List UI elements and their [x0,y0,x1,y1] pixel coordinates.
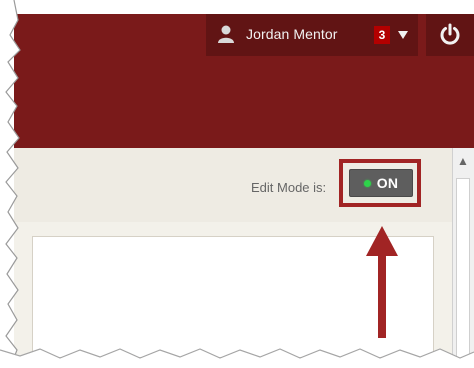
app-frame: Jordan Mentor 3 Edit Mode is: ON ▲ [0,0,474,368]
edit-mode-label: Edit Mode is: [251,180,327,195]
edit-mode-toggle[interactable]: ON [349,169,413,197]
chevron-down-icon[interactable] [398,31,408,39]
scroll-up-icon[interactable]: ▲ [456,154,470,168]
edit-mode-bar: Edit Mode is: ON [14,148,452,223]
logout-button[interactable] [426,14,474,56]
notification-badge[interactable]: 3 [374,26,390,44]
scroll-thumb[interactable] [456,178,470,368]
user-icon [218,25,234,43]
status-indicator [363,179,371,187]
edit-mode-state: ON [376,175,399,191]
power-icon [440,23,460,45]
user-name[interactable]: Jordan Mentor [246,26,338,42]
user-menu[interactable]: Jordan Mentor 3 [206,14,418,56]
annotation-arrow-icon [366,226,398,338]
